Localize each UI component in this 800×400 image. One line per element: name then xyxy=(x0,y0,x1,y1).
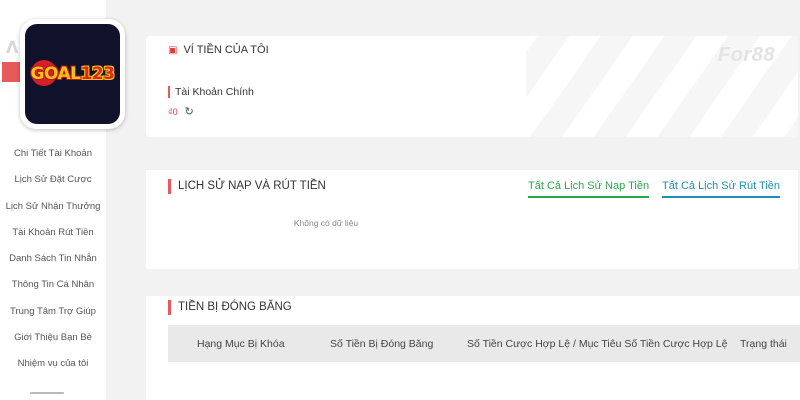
frozen-table-header: Hạng Mục Bị Khóa Số Tiền Bị Đóng Băng Số… xyxy=(168,325,800,362)
main-account-label: Tài Khoản Chính xyxy=(175,86,254,98)
wallet-header: ▣ VÍ TIỀN CỦA TÔI xyxy=(168,44,269,56)
sidebar-menu: Chi Tiết Tài Khoản Lịch Sử Đặt Cược Lịch… xyxy=(0,143,106,380)
account-marker xyxy=(168,86,170,98)
frozen-funds-card: TIỀN BỊ ĐÓNG BĂNG Hạng Mục Bị Khóa Số Ti… xyxy=(146,296,800,400)
sidebar-item-my-missions[interactable]: Nhiệm vụ của tôi xyxy=(0,353,106,379)
sidebar-item-messages[interactable]: Danh Sách Tin Nhắn xyxy=(0,248,106,274)
site-logo[interactable]: ★ GOAL123 xyxy=(20,19,125,129)
column-header-status: Trạng thái xyxy=(740,337,787,350)
sidebar-item-cutoff xyxy=(30,392,64,400)
logo-badge: ★ GOAL123 xyxy=(25,24,120,124)
column-header-frozen-amount: Số Tiền Bị Đóng Băng xyxy=(330,337,434,350)
sidebar-item-refer-friends[interactable]: Giới Thiệu Bạn Bè xyxy=(0,327,106,353)
logo-wordmark: GOAL123 xyxy=(31,64,115,84)
main-account-row: Tài Khoản Chính xyxy=(168,86,254,98)
sidebar-item-withdraw-account[interactable]: Tài Khoản Rút Tiền xyxy=(0,222,106,248)
frozen-title: TIỀN BỊ ĐÓNG BĂNG xyxy=(178,301,292,313)
column-header-locked-category: Hạng Mục Bị Khóa xyxy=(197,337,285,350)
column-header-valid-bet-target: Số Tiền Cược Hợp Lệ / Mục Tiêu Số Tiền C… xyxy=(467,337,728,350)
all-withdraw-history-link[interactable]: Tất Cả Lịch Sử Rút Tiền xyxy=(662,180,781,198)
wallet-watermark: For88 xyxy=(718,44,775,66)
refresh-icon[interactable]: ↻ xyxy=(185,105,194,118)
sidebar-item-account-details[interactable]: Chi Tiết Tài Khoản xyxy=(0,143,106,169)
empty-state-text: Không có dữ liệu xyxy=(293,218,359,228)
sidebar-item-reward-history[interactable]: Lịch Sử Nhận Thưởng xyxy=(0,196,106,222)
logo-text-right: 123 xyxy=(80,64,115,84)
history-title: LỊCH SỬ NẠP VÀ RÚT TIỀN xyxy=(178,180,326,192)
wallet-icon: ▣ xyxy=(168,44,178,56)
logo-text-left: GOAL xyxy=(30,64,81,84)
transaction-history-card: LỊCH SỬ NẠP VÀ RÚT TIỀN Tất Cả Lịch Sử N… xyxy=(146,170,798,269)
sidebar-item-profile[interactable]: Thông Tin Cá Nhân xyxy=(0,274,106,300)
all-deposit-history-link[interactable]: Tất Cả Lịch Sử Nạp Tiền xyxy=(528,180,650,198)
balance-row: ₫0 ↻ xyxy=(168,105,194,118)
balance-value: ₫0 xyxy=(168,106,178,117)
sidebar-item-betting-history[interactable]: Lịch Sử Đặt Cược xyxy=(0,169,106,195)
section-marker xyxy=(168,179,171,194)
sidebar-item-help-center[interactable]: Trung Tâm Trợ Giúp xyxy=(0,301,106,327)
wallet-title: VÍ TIỀN CỦA TÔI xyxy=(183,44,269,56)
wallet-card: For88 ▣ VÍ TIỀN CỦA TÔI Tài Khoản Chính … xyxy=(146,36,798,137)
section-marker xyxy=(168,300,171,315)
